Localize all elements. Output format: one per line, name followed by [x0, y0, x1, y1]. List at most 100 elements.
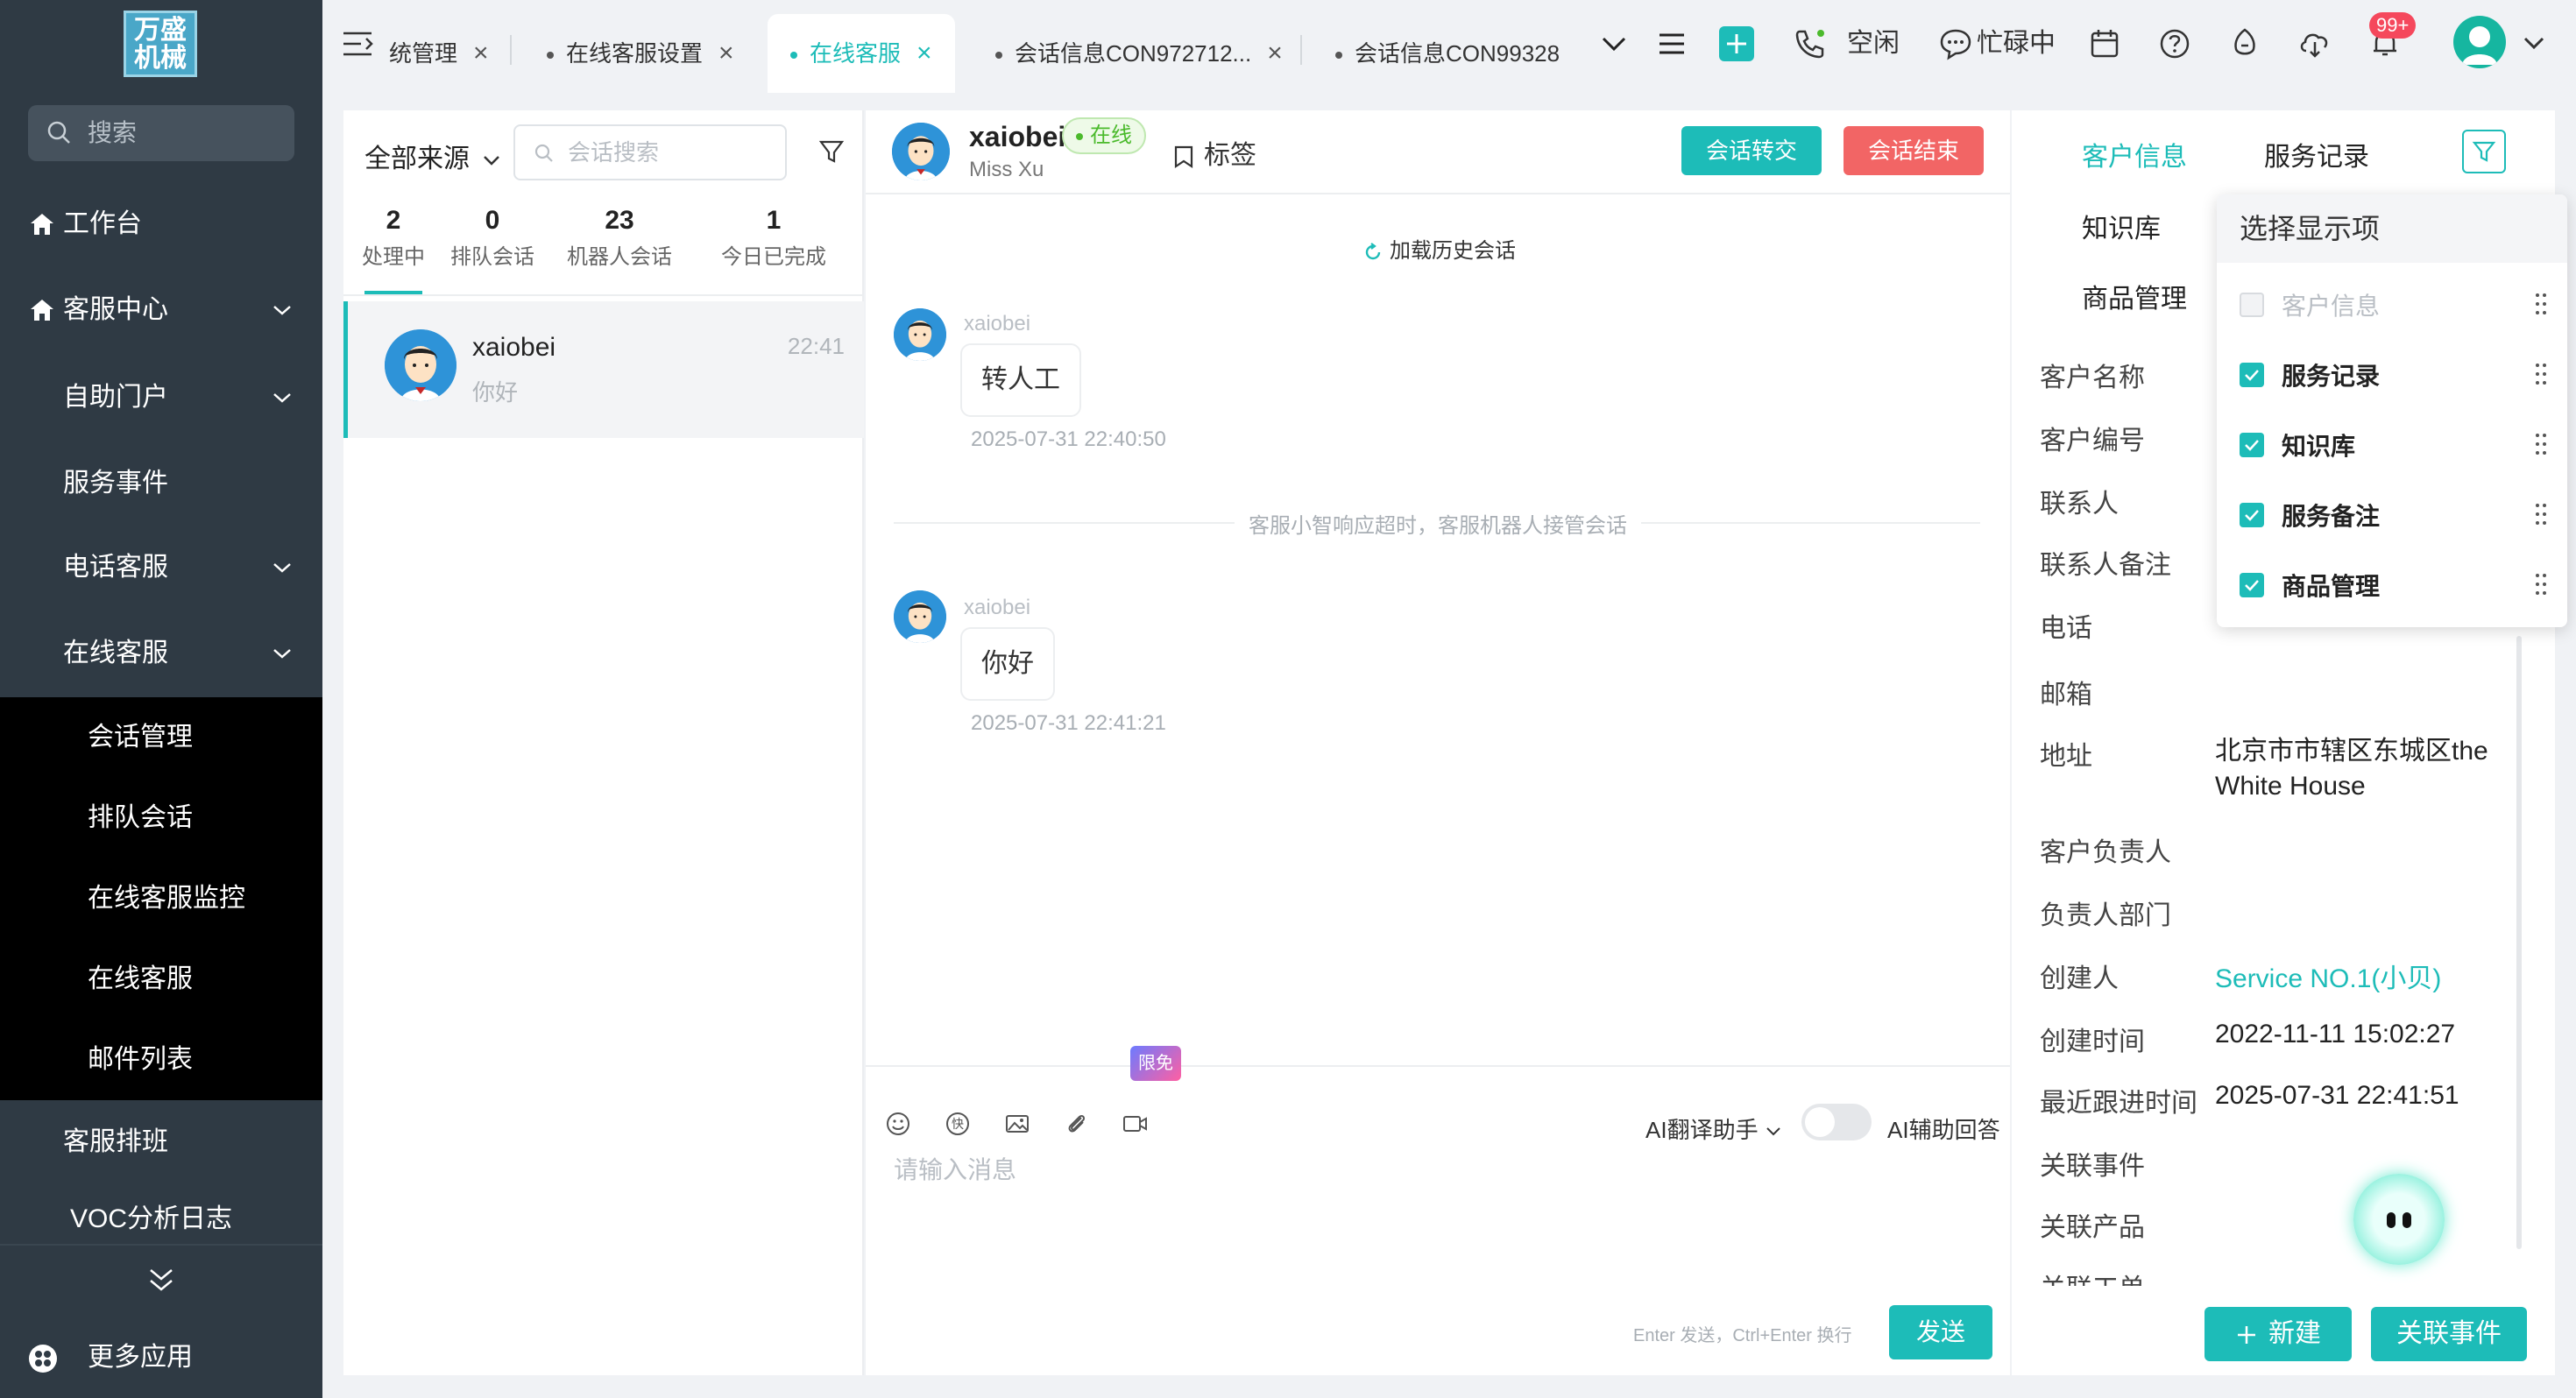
stat-queue[interactable]: 0 排队会话: [440, 201, 545, 275]
skin-icon[interactable]: [2226, 25, 2264, 63]
calendar-icon[interactable]: [2085, 25, 2124, 63]
quick-reply-icon[interactable]: 快: [943, 1109, 973, 1139]
close-icon[interactable]: ×: [718, 14, 734, 93]
display-option[interactable]: 知识库: [2217, 410, 2567, 480]
tab-session-info-2[interactable]: 会话信息CON99328: [1335, 14, 1560, 93]
sidebar-item-monitor[interactable]: 在线客服监控: [0, 858, 322, 939]
close-icon[interactable]: ×: [1267, 14, 1283, 93]
status-idle[interactable]: 空闲: [1847, 25, 1900, 63]
tab-customer-info[interactable]: 客户信息: [2082, 135, 2187, 173]
video-icon[interactable]: [1120, 1109, 1150, 1139]
conversation-item[interactable]: xaiobei 你好 22:41: [343, 301, 864, 438]
stat-completed-today[interactable]: 1 今日已完成: [699, 201, 848, 275]
sidebar-item-label: 在线客服监控: [88, 884, 245, 913]
checkbox-checked[interactable]: [2240, 573, 2264, 597]
emoji-icon[interactable]: [883, 1109, 913, 1139]
dropdown-title: 选择显示项: [2217, 194, 2567, 263]
stat-robot[interactable]: 23 机器人会话: [554, 201, 685, 275]
add-icon[interactable]: [1717, 25, 1756, 63]
attachment-icon[interactable]: [1062, 1109, 1092, 1139]
transfer-session-button[interactable]: 会话转交: [1681, 126, 1822, 175]
tab-knowledge-base[interactable]: 知识库: [2082, 207, 2161, 245]
checkbox-checked[interactable]: [2240, 503, 2264, 527]
drag-handle-icon[interactable]: [2534, 571, 2548, 597]
phone-icon[interactable]: [1791, 25, 1829, 63]
source-filter-select[interactable]: 全部来源: [364, 137, 501, 175]
user-avatar[interactable]: [2453, 16, 2506, 68]
sidebar-item-mail-list[interactable]: 邮件列表: [0, 1020, 322, 1100]
link-event-button[interactable]: 关联事件: [2371, 1307, 2527, 1361]
sidebar-item-session-management[interactable]: 会话管理: [0, 697, 322, 778]
sidebar-search[interactable]: 搜索: [28, 105, 294, 161]
display-option[interactable]: 服务备注: [2217, 480, 2567, 550]
drag-handle-icon[interactable]: [2534, 361, 2548, 387]
tag-button[interactable]: 标签: [1171, 133, 1256, 172]
sidebar-item-scheduling[interactable]: 客服排班: [0, 1102, 322, 1183]
drag-handle-icon[interactable]: [2534, 501, 2548, 527]
chevron-down-icon[interactable]: [1595, 25, 1633, 63]
plus-icon: [2238, 1326, 2255, 1345]
scrollbar[interactable]: [2516, 636, 2522, 1249]
checkbox: [2240, 293, 2264, 317]
tab-online-service[interactable]: 在线客服 ×: [768, 14, 955, 93]
conversation-search-input[interactable]: 会话搜索: [513, 124, 787, 180]
end-session-button[interactable]: 会话结束: [1844, 126, 1984, 175]
stat-number: 2: [386, 206, 401, 235]
chat-contact-subtitle: Miss Xu: [969, 158, 1044, 181]
menu-fold-icon[interactable]: [340, 26, 375, 61]
source-filter-value: 全部来源: [364, 145, 470, 173]
tab-system-management[interactable]: 统管理 ×: [389, 14, 489, 93]
checkbox-checked[interactable]: [2240, 363, 2264, 387]
double-chevron-down-icon[interactable]: [145, 1265, 177, 1296]
bookmark-icon: [1174, 145, 1193, 169]
sidebar-item-phone-service[interactable]: 电话客服: [0, 527, 322, 608]
cloud-download-icon[interactable]: [2296, 25, 2334, 63]
tab-service-records[interactable]: 服务记录: [2264, 135, 2369, 173]
filter-icon[interactable]: [817, 137, 846, 166]
display-filter-button[interactable]: [2462, 130, 2506, 173]
field-label: 联系人: [2040, 490, 2119, 519]
tag-label: 标签: [1204, 141, 1256, 170]
drag-handle-icon[interactable]: [2534, 431, 2548, 457]
display-option[interactable]: 客户信息: [2217, 270, 2567, 340]
sidebar-item-service-center[interactable]: 客服中心: [0, 270, 322, 350]
sidebar-item-service-events[interactable]: 服务事件: [0, 443, 322, 524]
help-icon[interactable]: [2155, 25, 2194, 63]
load-history-button[interactable]: 加载历史会话: [1363, 233, 1516, 264]
field-label: 最近跟进时间: [2040, 1089, 2197, 1118]
close-icon[interactable]: ×: [473, 14, 489, 93]
chevron-down-icon: [273, 306, 291, 315]
sidebar-item-workbench[interactable]: 工作台: [0, 184, 322, 265]
new-button[interactable]: 新建: [2204, 1307, 2352, 1361]
checkbox-checked[interactable]: [2240, 433, 2264, 457]
message-sender: xaiobei: [964, 596, 1031, 619]
drag-handle-icon[interactable]: [2534, 291, 2548, 317]
message-input[interactable]: 请输入消息: [894, 1151, 1016, 1186]
display-option[interactable]: 商品管理: [2217, 550, 2567, 620]
chevron-down-icon[interactable]: [2522, 33, 2546, 53]
conversation-list-panel: 全部来源 会话搜索 2 处理中 0 排队会话 23 机器人会话 1 今日已完成 xaio…: [343, 110, 864, 1375]
sidebar-item-self-service[interactable]: 自助门户: [0, 357, 322, 438]
ai-translate-dropdown[interactable]: AI翻译助手: [1645, 1112, 1782, 1145]
svg-text:快: 快: [952, 1118, 964, 1132]
sidebar-item-queue[interactable]: 排队会话: [0, 778, 322, 858]
chat-bubble-icon[interactable]: [1936, 25, 1975, 63]
creator-link[interactable]: Service NO.1(小贝): [2215, 957, 2441, 995]
status-busy[interactable]: 忙碌中: [1977, 25, 2056, 63]
sidebar-search-placeholder: 搜索: [88, 119, 138, 146]
tab-separator: [1300, 35, 1302, 65]
sidebar-item-online-chat[interactable]: 在线客服: [0, 939, 322, 1020]
tab-session-info-1[interactable]: 会话信息CON972712... ×: [995, 14, 1283, 93]
assistant-bot-bubble[interactable]: [2353, 1174, 2445, 1265]
hamburger-icon[interactable]: [1652, 25, 1691, 63]
sidebar-item-online-service[interactable]: 在线客服: [0, 613, 322, 694]
send-button[interactable]: 发送: [1889, 1305, 1992, 1359]
close-icon[interactable]: ×: [916, 14, 932, 93]
tab-product-management[interactable]: 商品管理: [2082, 277, 2187, 315]
stat-processing[interactable]: 2 处理中: [354, 201, 433, 275]
tab-online-settings[interactable]: 在线客服设置 ×: [547, 14, 734, 93]
display-option[interactable]: 服务记录: [2217, 340, 2567, 410]
more-apps-button[interactable]: 更多应用: [28, 1333, 193, 1382]
ai-assist-toggle[interactable]: [1801, 1104, 1872, 1140]
image-icon[interactable]: [1002, 1109, 1032, 1139]
